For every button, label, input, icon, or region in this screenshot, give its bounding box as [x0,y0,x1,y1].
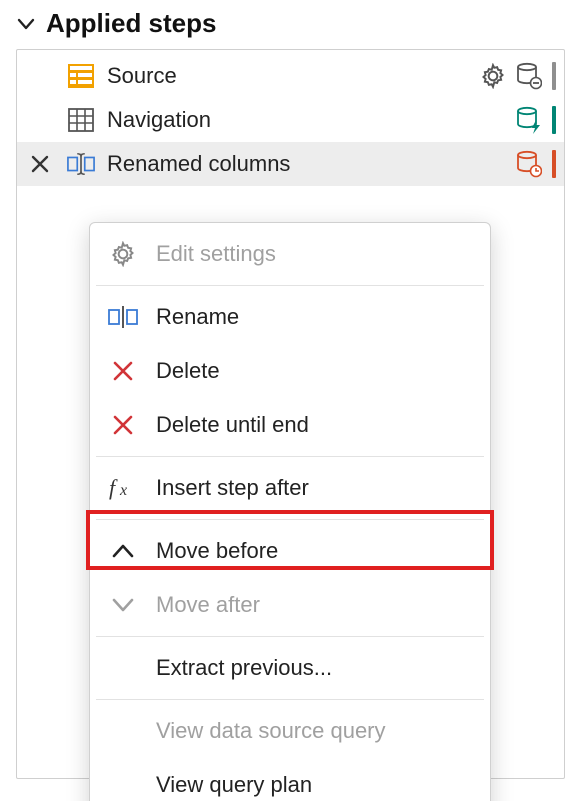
fx-icon: f x [108,476,138,500]
database-minus-icon [516,62,542,90]
step-label: Source [107,63,468,89]
step-label: Renamed columns [107,151,504,177]
menu-delete-until-end[interactable]: Delete until end [90,398,490,452]
delete-icon [108,414,138,436]
chevron-up-icon [108,542,138,560]
menu-label: Delete [156,358,220,384]
menu-edit-settings: Edit settings [90,227,490,281]
database-bolt-icon [516,106,542,134]
svg-text:x: x [119,482,127,499]
applied-steps-panel: Applied steps Source [0,0,581,787]
status-bar-icon [552,106,556,134]
menu-label: Rename [156,304,239,330]
menu-move-before[interactable]: Move before [90,524,490,578]
delete-icon [108,360,138,382]
menu-label: Insert step after [156,475,309,501]
menu-rename[interactable]: Rename [90,290,490,344]
menu-extract-previous[interactable]: Extract previous... [90,641,490,695]
svg-text:f: f [109,476,118,500]
table-source-icon [67,64,95,88]
menu-label: Edit settings [156,241,276,267]
menu-separator [96,285,484,286]
status-bar-icon [552,150,556,178]
rename-columns-icon [67,151,95,177]
menu-label: Move after [156,592,260,618]
database-clock-icon [516,150,542,178]
menu-delete[interactable]: Delete [90,344,490,398]
menu-label: Move before [156,538,278,564]
step-context-menu: Edit settings Rename Delete [89,222,491,801]
menu-label: View query plan [156,772,312,798]
delete-step-button[interactable] [25,153,55,175]
collapse-icon [16,14,36,34]
applied-steps-list: Source [16,49,565,779]
menu-separator [96,456,484,457]
menu-label: Delete until end [156,412,309,438]
menu-label: View data source query [156,718,386,744]
menu-view-query-plan[interactable]: View query plan [90,758,490,801]
gear-icon [108,241,138,267]
menu-view-data-source-query: View data source query [90,704,490,758]
panel-header[interactable]: Applied steps [16,4,565,49]
panel-title: Applied steps [46,8,216,39]
step-row-navigation[interactable]: Navigation [17,98,564,142]
status-bar-icon [552,62,556,90]
menu-insert-step-after[interactable]: f x Insert step after [90,461,490,515]
menu-move-after: Move after [90,578,490,632]
gear-icon[interactable] [480,63,506,89]
menu-separator [96,636,484,637]
step-row-renamed-columns[interactable]: Renamed columns [17,142,564,186]
menu-label: Extract previous... [156,655,332,681]
rename-icon [108,306,138,328]
table-icon [67,108,95,132]
step-row-source[interactable]: Source [17,54,564,98]
menu-separator [96,699,484,700]
menu-separator [96,519,484,520]
step-label: Navigation [107,107,504,133]
chevron-down-icon [108,596,138,614]
